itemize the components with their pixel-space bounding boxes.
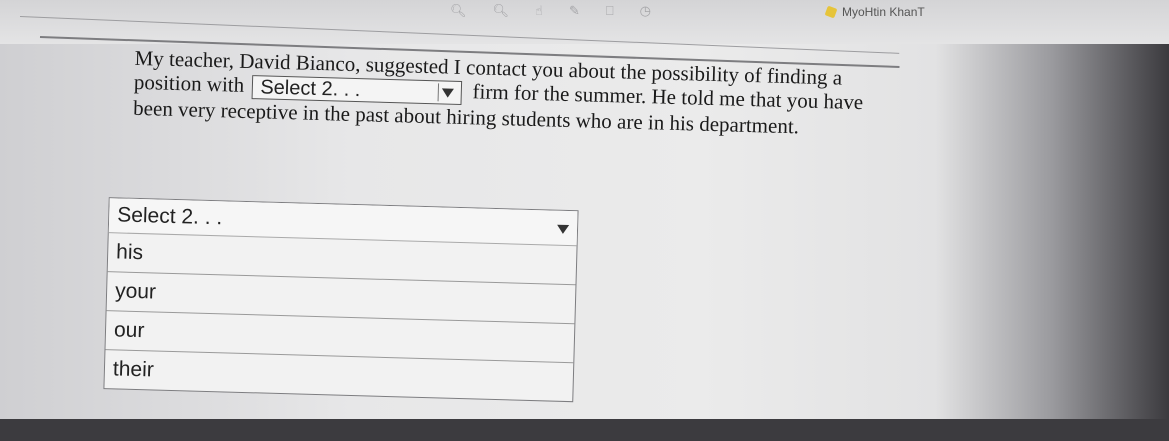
user-area: MyoHtin KhanT <box>824 5 925 19</box>
highlight-icon[interactable]: ⎕ <box>606 4 614 19</box>
user-name: MyoHtin KhanT <box>842 5 925 19</box>
zoom-out-icon[interactable]: 🔍︎ <box>450 4 467 19</box>
dropdown-arrow-icon[interactable] <box>437 83 457 103</box>
pen-icon[interactable]: ✎ <box>569 4 580 19</box>
chevron-down-icon[interactable] <box>556 216 570 240</box>
clock-icon[interactable]: ◷ <box>640 4 651 19</box>
zoom-in-icon[interactable]: 🔍︎ <box>493 4 510 19</box>
dropdown-selected-value: Select 2. . . <box>116 203 223 230</box>
inline-select-value: Select 2. . . <box>260 76 361 102</box>
question-content: My teacher, David Bianco, suggested I co… <box>95 45 905 441</box>
user-icon <box>824 5 838 19</box>
toolbar-icons: 🔍︎ 🔍︎ ☝︎ ✎ ⎕ ◷ <box>450 4 651 19</box>
dropdown-list[interactable]: Select 2. . . his your our their <box>103 197 579 403</box>
top-toolbar: 🔍︎ 🔍︎ ☝︎ ✎ ⎕ ◷ MyoHtin KhanT <box>0 0 1169 54</box>
pointer-icon[interactable]: ☝︎ <box>535 4 543 19</box>
